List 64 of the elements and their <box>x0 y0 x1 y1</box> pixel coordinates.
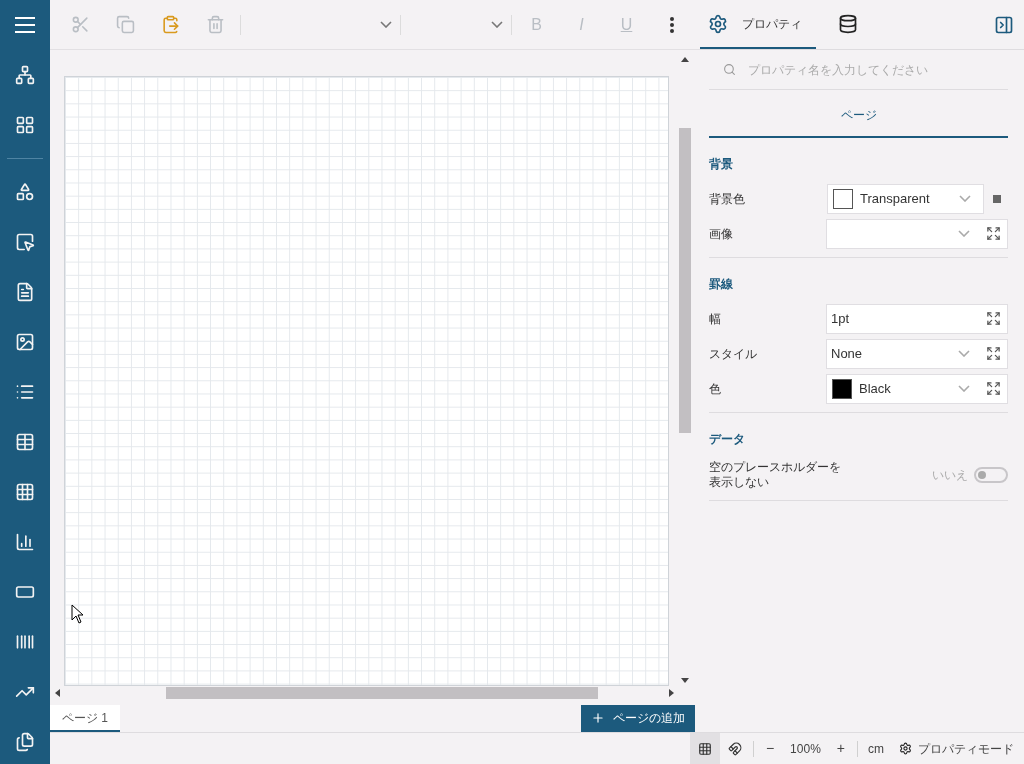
text-field[interactable]: 1pt <box>826 303 1008 334</box>
document-icon <box>15 282 35 302</box>
toggle-switch[interactable] <box>974 467 1008 483</box>
property-label: スタイル <box>709 345 757 363</box>
grid-icon <box>15 482 35 502</box>
add-page-button[interactable]: ページの追加 <box>581 704 695 732</box>
menu-icon <box>15 17 35 33</box>
grid-icon <box>697 741 712 756</box>
chevron-down-icon <box>958 230 970 237</box>
zoom-button[interactable]: − <box>756 738 784 759</box>
database-icon <box>838 13 858 34</box>
scroll-right-arrow[interactable] <box>669 689 674 697</box>
shapes-icon <box>15 182 35 202</box>
property-label: 背景色 <box>709 190 745 208</box>
chevron-down-icon <box>380 21 392 28</box>
settings-icon <box>708 13 728 34</box>
status-text: cm <box>867 740 885 758</box>
components-icon <box>15 115 35 135</box>
mouse-cursor-icon <box>71 604 84 624</box>
search-icon <box>723 63 736 76</box>
panel-icon <box>994 14 1014 35</box>
plus-icon <box>591 711 605 725</box>
files-icon <box>15 732 35 752</box>
scroll-down-arrow[interactable] <box>681 678 689 683</box>
properties-tab[interactable]: プロパティ <box>700 0 816 49</box>
horizontal-scrollbar[interactable] <box>54 686 676 700</box>
copy-icon <box>116 15 135 34</box>
hierarchy-icon <box>15 65 35 85</box>
property-label: 色 <box>709 380 721 398</box>
property-label: 幅 <box>709 310 721 328</box>
magnet-icon <box>727 741 742 756</box>
table-icon <box>15 432 35 452</box>
image-icon <box>15 332 35 352</box>
object-tab[interactable]: ページ <box>709 94 1008 136</box>
section-title: 背景 <box>709 156 734 173</box>
grid-toggle[interactable] <box>689 733 720 764</box>
bar-chart-icon <box>15 532 35 552</box>
page-tab[interactable]: ページ 1 <box>50 705 120 732</box>
status-text: 100% <box>789 740 822 758</box>
pointer-box-icon <box>15 232 35 252</box>
section-title: データ <box>709 431 746 448</box>
scroll-up-arrow[interactable] <box>681 57 689 62</box>
color-dropdown[interactable]: Transparent <box>827 183 984 214</box>
property-label: 画像 <box>709 225 733 243</box>
color-dropdown[interactable]: Black <box>826 373 1008 404</box>
zoom-button[interactable]: + <box>827 738 854 759</box>
property-label: 空のプレースホルダーを表示しない <box>709 460 842 490</box>
scroll-left-arrow[interactable] <box>55 689 60 697</box>
paste-icon <box>161 15 180 34</box>
more-icon <box>669 16 674 33</box>
barcode-icon <box>15 632 35 652</box>
search-field[interactable]: プロパティ名を入力してください <box>748 60 1008 79</box>
delete-icon <box>206 15 225 34</box>
chevron-down-icon <box>959 195 971 202</box>
chevron-down-icon <box>958 350 970 357</box>
settings-icon <box>899 742 912 755</box>
list-icon <box>15 382 35 402</box>
dropdown[interactable]: None <box>826 338 1008 369</box>
chevron-down-icon <box>491 21 503 28</box>
cut-icon <box>71 15 90 34</box>
chevron-down-icon <box>958 385 970 392</box>
property-mode-button[interactable]: プロパティモード <box>891 739 1014 758</box>
toggle-value: いいえ <box>932 467 968 484</box>
section-title: 罫線 <box>709 276 734 293</box>
